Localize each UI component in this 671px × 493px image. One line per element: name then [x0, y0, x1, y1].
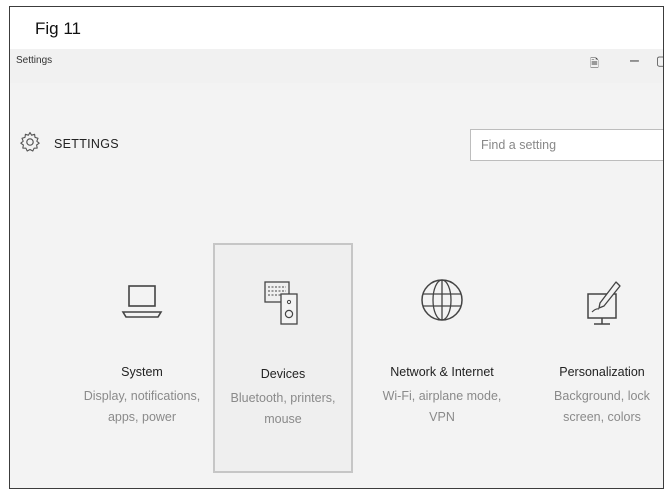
tile-name: System — [121, 365, 163, 379]
tile-description: Display, notifications, apps, power — [72, 386, 212, 428]
figure-frame: Fig 11 Settings 🗎 – ▢ SETTINGS Find a se… — [9, 6, 664, 489]
settings-header: SETTINGS Find a setting — [10, 129, 663, 177]
tile-system[interactable]: System Display, notifications, apps, pow… — [72, 243, 212, 473]
devices-icon — [264, 281, 298, 325]
tile-personalization[interactable]: Personalization Background, lock screen,… — [532, 243, 663, 473]
gear-icon — [20, 131, 40, 152]
tile-desc-line1: Display, notifications, — [83, 389, 201, 403]
window-title: Settings — [16, 55, 53, 66]
minimize-button[interactable]: – — [630, 52, 639, 70]
page-title: SETTINGS — [54, 137, 119, 151]
tile-network[interactable]: Network & Internet Wi-Fi, airplane mode,… — [372, 243, 512, 473]
tile-desc-line1: Background, lock — [554, 389, 650, 403]
tile-name: Network & Internet — [390, 365, 494, 379]
tile-desc-line1: Wi-Fi, airplane mode, — [382, 389, 502, 403]
search-input[interactable]: Find a setting — [470, 129, 663, 161]
tile-description: Bluetooth, printers, mouse — [215, 388, 351, 430]
maximize-button[interactable]: ▢ — [656, 53, 663, 69]
tile-desc-line2: mouse — [264, 412, 302, 426]
tile-name: Personalization — [559, 365, 645, 379]
personalization-icon — [587, 281, 621, 325]
tile-desc-line2: screen, colors — [563, 410, 641, 424]
globe-icon — [421, 279, 463, 321]
tile-desc-line2: VPN — [429, 410, 455, 424]
tile-desc-line1: Bluetooth, printers, — [230, 391, 336, 405]
laptop-icon — [121, 285, 163, 318]
tile-desc-line2: apps, power — [107, 410, 177, 424]
figure-caption-bar: Fig 11 — [10, 7, 663, 50]
tile-name: Devices — [260, 367, 306, 381]
pin-icon[interactable]: 🗎 — [590, 55, 599, 74]
tile-description: Background, lock screen, colors — [532, 386, 663, 428]
figure-label: Fig 11 — [35, 19, 81, 38]
tile-devices[interactable]: Devices Bluetooth, printers, mouse — [213, 243, 353, 473]
window-titlebar: Settings 🗎 – ▢ — [10, 49, 663, 83]
tile-description: Wi-Fi, airplane mode, VPN — [372, 386, 512, 428]
